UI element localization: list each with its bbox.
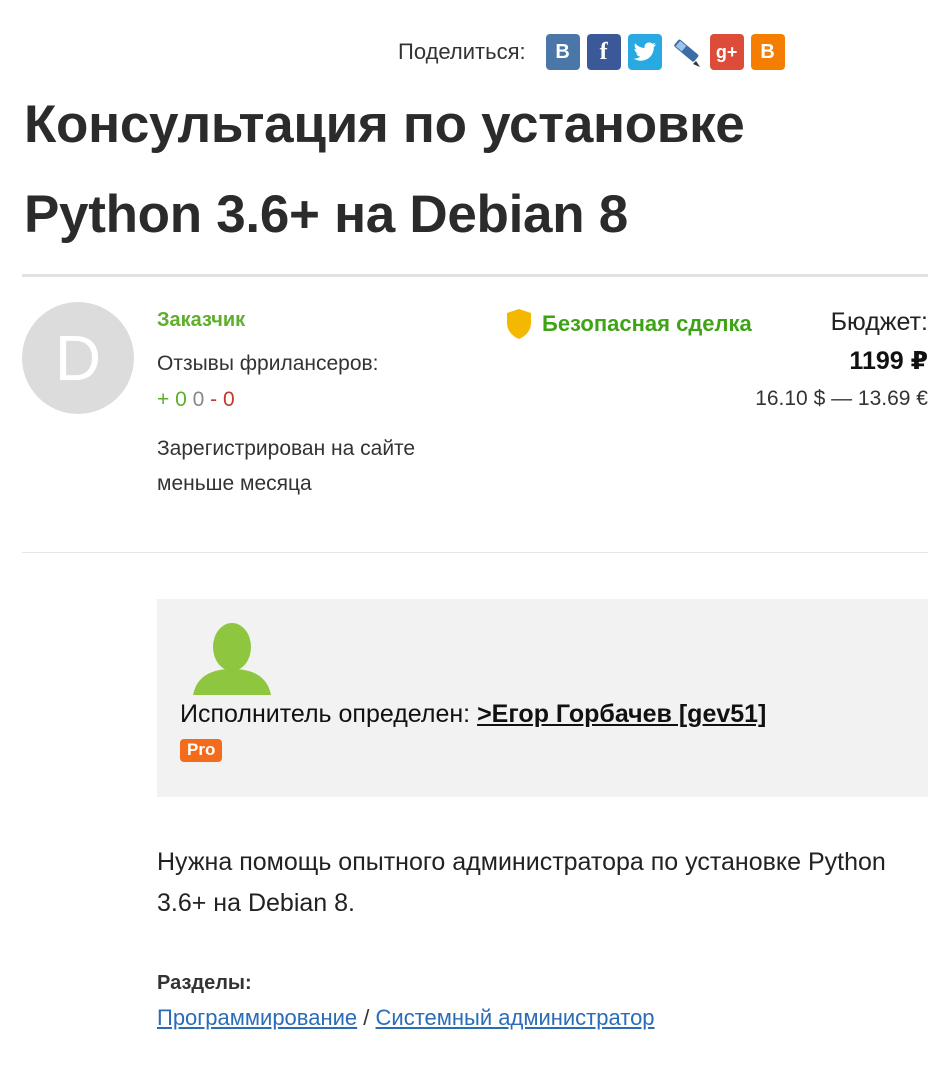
pencil-icon	[673, 39, 700, 67]
google-plus-share-icon[interactable]: g+	[709, 34, 744, 70]
facebook-glyph: f	[599, 39, 608, 65]
section-separator: /	[363, 1005, 370, 1030]
safe-deal-label: Безопасная сделка	[542, 311, 752, 336]
executor-avatar-icon	[181, 617, 281, 695]
reviews-counts: + 0 0 - 0	[157, 388, 235, 412]
share-label: Поделиться:	[398, 39, 526, 64]
avatar-letter: D	[54, 322, 102, 394]
sections-links: Программирование / Системный администрат…	[157, 1005, 655, 1031]
project-description: Нужна помощь опытного администратора по …	[157, 848, 886, 917]
blogger-share-icon[interactable]: B	[750, 34, 785, 70]
customer-role-link[interactable]: Заказчик	[157, 309, 245, 332]
vk-share-icon[interactable]: B	[545, 34, 580, 70]
vk-glyph: B	[555, 41, 570, 63]
executor-panel: Исполнитель определен: >Егор Горбачев [g…	[157, 599, 928, 797]
livejournal-share-icon[interactable]	[669, 34, 703, 70]
share-bar: Поделиться: B f g+ B	[398, 34, 792, 70]
executor-profile-link[interactable]: >Егор Горбачев [gev51]	[477, 700, 766, 728]
executor-label: Исполнитель определен:	[180, 700, 471, 728]
section-link-programming[interactable]: Программирование	[157, 1005, 357, 1030]
reviews-positive[interactable]: + 0	[157, 388, 187, 411]
safe-deal[interactable]: Безопасная сделка	[506, 308, 752, 340]
executor-line: Исполнитель определен: >Егор Горбачев [g…	[180, 700, 766, 729]
budget-label: Бюджет:	[830, 308, 928, 336]
customer-avatar[interactable]: D	[22, 302, 134, 414]
shield-icon	[507, 309, 531, 339]
registration-info: Зарегистрирован на сайте меньше месяца	[157, 437, 416, 495]
section-link-sysadmin[interactable]: Системный администратор	[376, 1005, 655, 1030]
budget-amount: 1199 ₽	[849, 347, 928, 375]
section-divider	[22, 552, 928, 553]
reviews-negative[interactable]: - 0	[210, 388, 235, 411]
twitter-bird-icon	[633, 42, 656, 61]
twitter-share-icon[interactable]	[627, 34, 662, 70]
page-title: Консультация по установке Python 3.6+ на…	[24, 95, 745, 244]
google-plus-glyph: g+	[715, 42, 738, 62]
reviews-label: Отзывы фрилансеров:	[157, 352, 379, 375]
sections-label: Разделы:	[157, 972, 252, 994]
title-divider	[22, 274, 928, 277]
pro-badge[interactable]: Pro	[180, 739, 223, 762]
facebook-share-icon[interactable]: f	[586, 34, 621, 70]
blogger-glyph: B	[760, 41, 775, 63]
budget-conversion: 16.10 $ — 13.69 €	[755, 387, 928, 410]
reviews-neutral[interactable]: 0	[193, 388, 205, 411]
